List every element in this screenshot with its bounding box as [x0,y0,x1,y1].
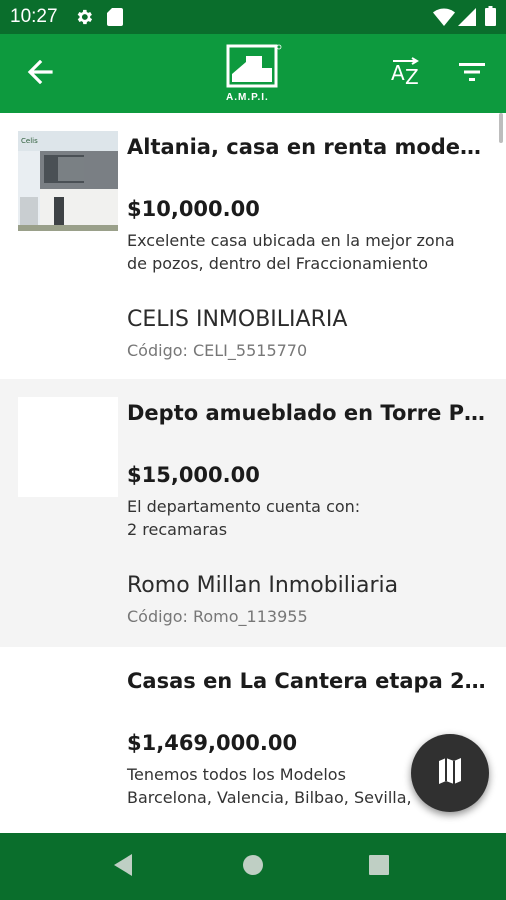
settings-gear-icon [74,7,94,31]
cell-signal-icon [458,8,476,30]
wifi-icon [433,8,455,30]
svg-text:Z: Z [405,65,419,87]
navigation-bar [0,833,506,900]
triangle-back-icon [114,854,134,880]
svg-text:A: A [391,61,405,85]
filter-icon [459,62,485,86]
arrow-left-icon [27,59,53,88]
listing-agency: CELIS INMOBILIARIA [127,307,348,332]
listing-title: Altania, casa en renta modelo Catalina [127,135,487,159]
back-button[interactable] [20,54,60,94]
listing-price: $1,469,000.00 [127,731,298,755]
circle-home-icon [242,854,264,880]
battery-icon [485,6,496,30]
map-icon [439,758,461,788]
listing-price: $10,000.00 [127,197,260,221]
filter-button[interactable] [450,52,494,96]
sort-az-icon: A Z [390,57,422,91]
logo-text: A.M.P.I. [226,92,269,103]
status-time: 10:27 [10,6,58,27]
listing-list: Celis Altania, casa en renta modelo Cata… [0,113,506,833]
listing-title: Casas en La Cantera etapa 2 y 3 [127,669,487,693]
listing-photo: Celis [18,131,118,231]
listing-description: El departamento cuenta con: 2 recamaras [127,497,361,539]
nav-recents-button[interactable] [359,847,399,887]
nav-home-button[interactable] [233,847,273,887]
listing-agency: Romo Millan Inmobiliaria [127,573,399,598]
sd-card-icon [106,7,124,31]
listing-code: Código: Romo_113955 [127,607,308,626]
nav-back-button[interactable] [104,847,144,887]
status-bar: 10:27 [0,0,506,34]
ampi-logo [226,44,282,88]
listing-code: Código: CELI_5515770 [127,341,308,360]
map-view-button[interactable] [411,734,489,812]
listing-price: $15,000.00 [127,463,260,487]
sort-button[interactable]: A Z [384,52,428,96]
scrollbar[interactable] [499,113,503,143]
svg-text:Celis: Celis [21,137,38,145]
listing-description: Excelente casa ubicada en la mejor zona … [127,231,455,273]
listing-title: Depto amueblado en Torre Punto Alto [127,401,487,425]
square-recents-icon [369,855,389,879]
listing-photo [18,397,118,497]
listing-card[interactable]: Celis Altania, casa en renta modelo Cata… [0,113,506,380]
listing-card[interactable]: Depto amueblado en Torre Punto Alto $15,… [0,379,506,648]
